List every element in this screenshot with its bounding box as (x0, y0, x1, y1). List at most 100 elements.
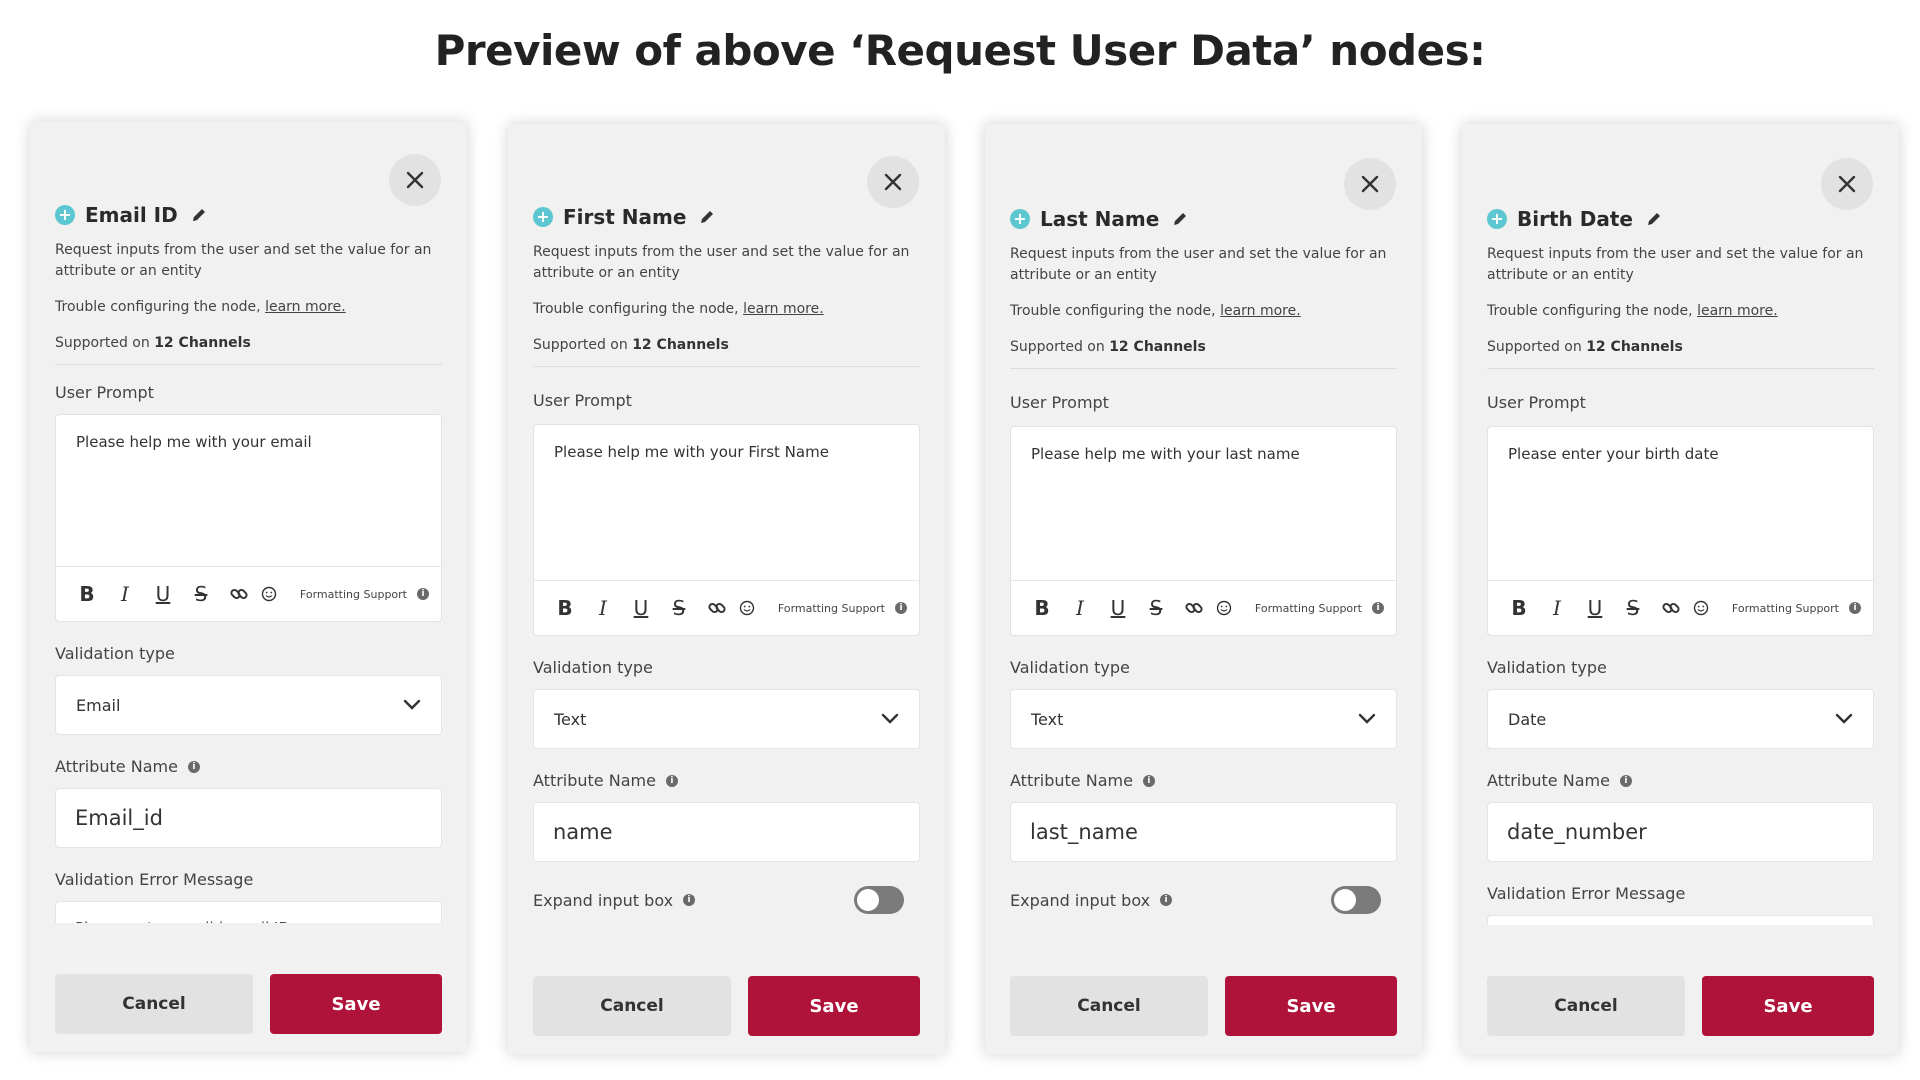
node-description: Request inputs from the user and set the… (533, 244, 910, 281)
user-prompt-label: User Prompt (1010, 393, 1109, 412)
italic-icon[interactable]: I (584, 593, 622, 623)
validation-error-input[interactable] (1487, 915, 1874, 925)
node-panel-last-name: + Last Name Request inputs from the user… (985, 124, 1422, 1054)
user-prompt-editor[interactable]: Please help me with your First Name B I … (533, 424, 920, 636)
underline-icon[interactable]: U (622, 593, 660, 623)
node-plus-icon: + (1010, 209, 1030, 229)
validation-type-select[interactable]: Text (1010, 689, 1397, 749)
strikethrough-icon[interactable]: S (182, 579, 220, 609)
underline-icon[interactable]: U (1099, 593, 1137, 623)
user-prompt-editor[interactable]: Please enter your birth date B I U S For… (1487, 426, 1874, 636)
link-icon[interactable] (698, 593, 736, 623)
validation-type-select[interactable]: Text (533, 689, 920, 749)
expand-input-label: Expand input box (533, 890, 674, 910)
supported-channels: Supported on 12 Channels (1487, 339, 1874, 369)
strikethrough-icon[interactable]: S (660, 593, 698, 623)
attribute-name-input[interactable]: name (533, 802, 920, 862)
link-icon[interactable] (1652, 593, 1690, 623)
bold-icon[interactable]: B (1500, 593, 1538, 623)
close-button[interactable] (1344, 158, 1396, 210)
info-icon[interactable]: i (665, 774, 678, 787)
save-button[interactable]: Save (1702, 976, 1874, 1036)
attribute-name-label: Attribute Name i (55, 757, 442, 776)
node-panel-first-name: + First Name Request inputs from the use… (508, 124, 945, 1054)
cancel-button[interactable]: Cancel (1487, 976, 1685, 1036)
learn-more-link[interactable]: learn more. (743, 301, 824, 317)
attribute-name-label: Attribute Name i (1487, 771, 1874, 790)
close-button[interactable] (389, 154, 441, 206)
info-icon[interactable]: i (1619, 774, 1632, 787)
underline-icon[interactable]: U (144, 579, 182, 609)
validation-type-value: Text (554, 709, 587, 729)
learn-more-link[interactable]: learn more. (265, 299, 346, 315)
user-prompt-editor[interactable]: Please help me with your email B I U S F… (55, 414, 442, 622)
bold-icon[interactable]: B (1023, 593, 1061, 623)
info-icon[interactable]: i (1160, 894, 1173, 906)
attribute-name-input[interactable]: Email_id (55, 788, 442, 848)
attribute-name-label: Attribute Name i (533, 771, 920, 790)
user-prompt-editor[interactable]: Please help me with your last name B I U… (1010, 426, 1397, 636)
info-icon[interactable]: i (1372, 602, 1384, 614)
attribute-name-label: Attribute Name i (1010, 771, 1397, 790)
node-description: Request inputs from the user and set the… (55, 242, 432, 279)
cancel-button[interactable]: Cancel (533, 976, 731, 1036)
node-plus-icon: + (533, 207, 553, 227)
chevron-down-icon (881, 713, 899, 725)
underline-icon[interactable]: U (1576, 593, 1614, 623)
emoji-icon[interactable] (736, 593, 758, 623)
user-prompt-label: User Prompt (55, 383, 154, 402)
user-prompt-text[interactable]: Please help me with your email (56, 415, 441, 469)
link-icon[interactable] (1175, 593, 1213, 623)
user-prompt-text[interactable]: Please enter your birth date (1488, 427, 1873, 481)
learn-more-link[interactable]: learn more. (1697, 303, 1778, 319)
edit-pencil-icon[interactable] (1171, 210, 1189, 228)
cancel-button[interactable]: Cancel (55, 974, 253, 1034)
strikethrough-icon[interactable]: S (1137, 593, 1175, 623)
formatting-toolbar: B I U S Formatting Support i (534, 580, 919, 635)
save-button[interactable]: Save (748, 976, 920, 1036)
validation-error-input[interactable]: Please enter a valid email ID (55, 901, 442, 923)
expand-input-label: Expand input box (1010, 890, 1151, 910)
learn-more-link[interactable]: learn more. (1220, 303, 1301, 319)
expand-input-toggle[interactable] (1331, 886, 1381, 914)
emoji-icon[interactable] (1213, 593, 1235, 623)
validation-type-value: Date (1508, 709, 1547, 729)
attribute-name-input[interactable]: last_name (1010, 802, 1397, 862)
italic-icon[interactable]: I (1538, 593, 1576, 623)
expand-input-toggle[interactable] (854, 886, 904, 914)
italic-icon[interactable]: I (1061, 593, 1099, 623)
strikethrough-icon[interactable]: S (1614, 593, 1652, 623)
bold-icon[interactable]: B (68, 579, 106, 609)
info-icon[interactable]: i (417, 588, 429, 600)
edit-pencil-icon[interactable] (698, 208, 716, 226)
attribute-name-input[interactable]: date_number (1487, 802, 1874, 862)
close-button[interactable] (1821, 158, 1873, 210)
info-icon[interactable]: i (683, 894, 696, 906)
validation-type-select[interactable]: Date (1487, 689, 1874, 749)
chevron-down-icon (403, 699, 421, 711)
user-prompt-text[interactable]: Please help me with your First Name (534, 425, 919, 479)
link-icon[interactable] (220, 579, 258, 609)
cancel-button[interactable]: Cancel (1010, 976, 1208, 1036)
node-title: Email ID (85, 203, 178, 227)
edit-pencil-icon[interactable] (190, 206, 208, 224)
emoji-icon[interactable] (258, 579, 280, 609)
info-icon[interactable]: i (1849, 602, 1861, 614)
emoji-icon[interactable] (1690, 593, 1712, 623)
save-button[interactable]: Save (270, 974, 442, 1034)
node-plus-icon: + (1487, 209, 1507, 229)
bold-icon[interactable]: B (546, 593, 584, 623)
info-icon[interactable]: i (187, 760, 200, 773)
close-button[interactable] (867, 156, 919, 208)
validation-type-select[interactable]: Email (55, 675, 442, 735)
formatting-toolbar: B I U S Formatting Support i (56, 566, 441, 621)
info-icon[interactable]: i (1142, 774, 1155, 787)
user-prompt-text[interactable]: Please help me with your last name (1011, 427, 1396, 481)
save-button[interactable]: Save (1225, 976, 1397, 1036)
supported-channels: Supported on 12 Channels (533, 337, 920, 367)
close-icon (884, 173, 902, 191)
page-title: Preview of above ‘Request User Data’ nod… (434, 26, 1486, 75)
italic-icon[interactable]: I (106, 579, 144, 609)
edit-pencil-icon[interactable] (1645, 210, 1663, 228)
info-icon[interactable]: i (895, 602, 907, 614)
